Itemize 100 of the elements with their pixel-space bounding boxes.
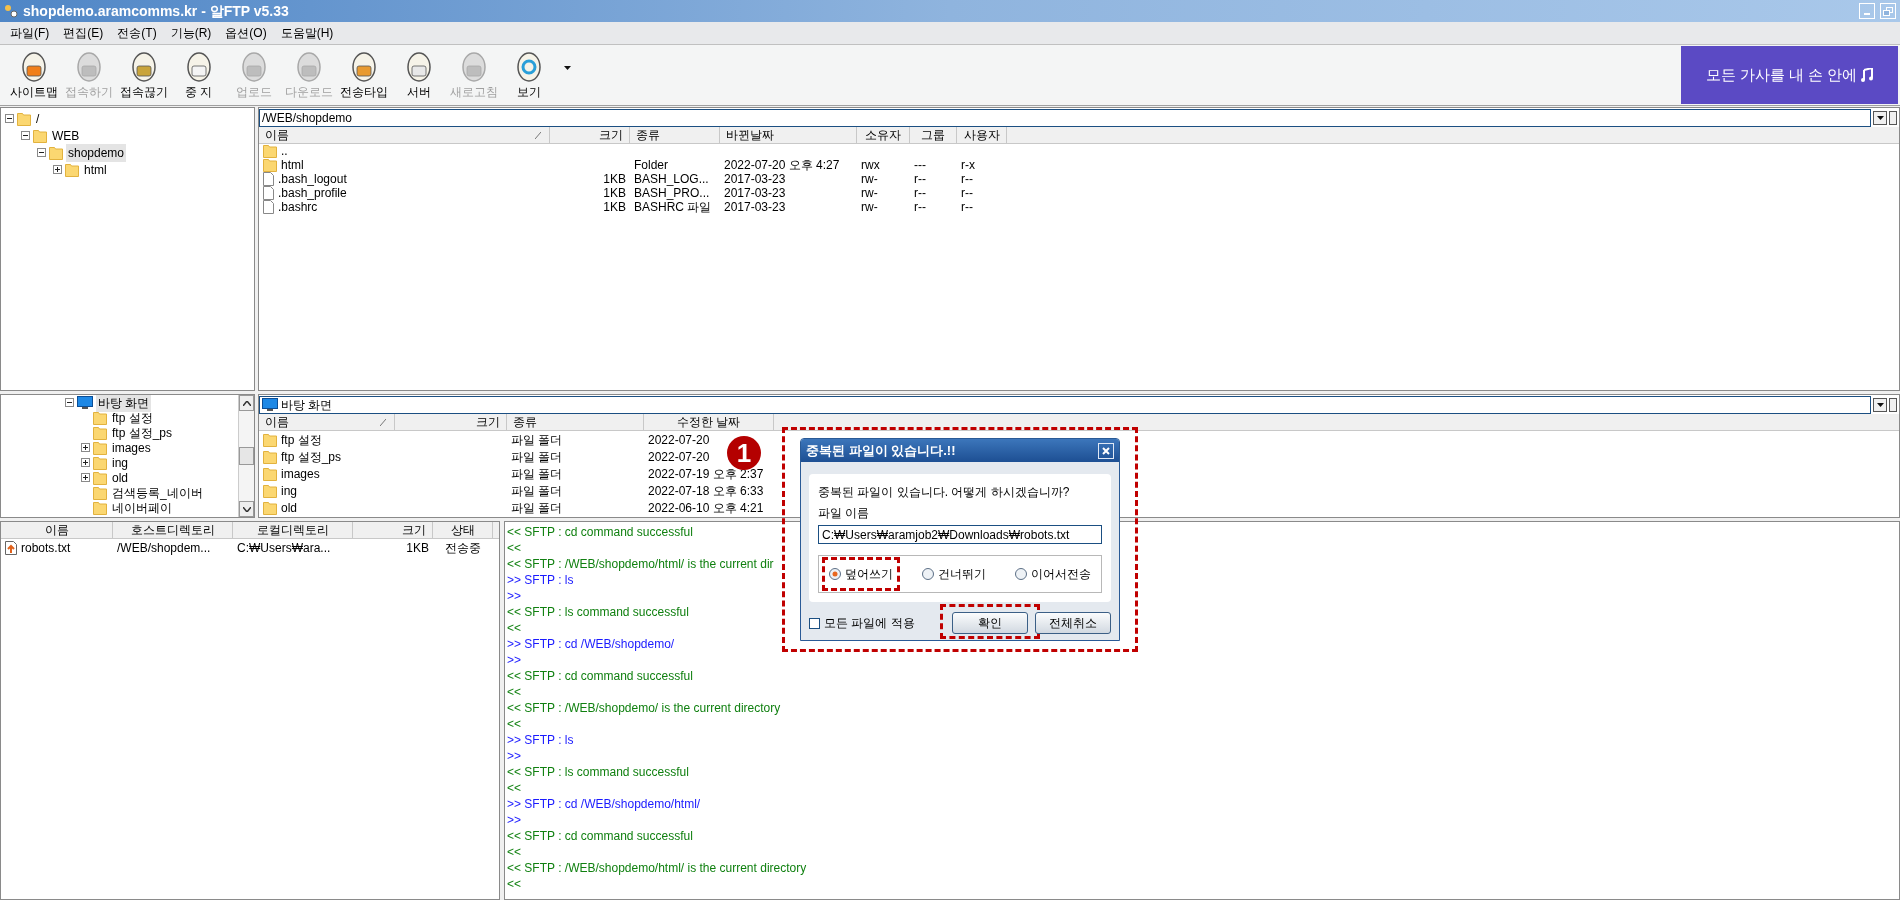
app-icon bbox=[4, 4, 18, 18]
toolbar-button[interactable]: 보기 bbox=[501, 49, 556, 101]
side-button[interactable] bbox=[1889, 397, 1897, 412]
column-header[interactable]: 사용자 bbox=[957, 127, 1007, 143]
toolbar-button[interactable]: 사이트맵 bbox=[6, 49, 61, 101]
column-header[interactable]: 로컬디렉토리 bbox=[233, 522, 353, 538]
tree-item[interactable]: ing bbox=[110, 453, 130, 472]
table-cell-text: 2022-07-20 bbox=[648, 448, 710, 466]
dropdown-button[interactable] bbox=[1873, 397, 1887, 412]
column-header[interactable]: 종류 bbox=[507, 414, 644, 430]
toolbar-button[interactable]: 접속끊기 bbox=[116, 49, 171, 101]
collapse-icon[interactable] bbox=[5, 114, 14, 123]
table-cell-text: r-- bbox=[914, 171, 926, 188]
radio-button[interactable] bbox=[829, 568, 841, 580]
file-name[interactable]: ftp 설정_ps bbox=[281, 447, 342, 466]
radio-option[interactable]: 건너뛰기 bbox=[922, 565, 986, 583]
file-name[interactable]: robots.txt bbox=[21, 538, 71, 557]
table-cell-text: 2017-03-23 bbox=[724, 199, 786, 216]
menu-item[interactable]: 기능(R) bbox=[170, 24, 212, 42]
close-button[interactable] bbox=[1098, 442, 1114, 459]
column-header[interactable]: 크기 bbox=[550, 127, 630, 143]
file-name[interactable]: old bbox=[281, 498, 297, 517]
dialog-button[interactable]: 확인 bbox=[952, 612, 1028, 634]
window-title: shopdemo.aramcomms.kr - 알FTP v5.33 bbox=[23, 1, 289, 21]
scroll-up-button[interactable] bbox=[239, 395, 254, 411]
radio-button[interactable] bbox=[922, 568, 934, 580]
column-header[interactable]: 소유자 bbox=[857, 127, 910, 143]
tree-item[interactable]: 바탕 화면 bbox=[96, 395, 152, 412]
dialog-button[interactable]: 전체취소 bbox=[1035, 612, 1111, 634]
column-header[interactable]: 이름 bbox=[1, 522, 113, 538]
log-line: >> bbox=[507, 588, 521, 604]
folder-icon bbox=[93, 485, 107, 500]
toolbar-button[interactable]: 전송타입 bbox=[336, 49, 391, 101]
table-cell-text: 2022-07-20 오후 4:27 bbox=[724, 157, 840, 174]
table-cell-text: r-- bbox=[961, 199, 973, 216]
scroll-thumb[interactable] bbox=[239, 447, 254, 465]
folder-icon bbox=[93, 500, 107, 515]
expand-icon[interactable] bbox=[81, 473, 90, 482]
column-header[interactable]: 바뀐날짜 bbox=[720, 127, 857, 143]
table-cell-text: BASH_PRO... bbox=[634, 186, 710, 202]
menu-item[interactable]: 옵션(O) bbox=[225, 24, 267, 42]
checkbox[interactable] bbox=[809, 617, 820, 629]
file-name[interactable]: ing bbox=[281, 481, 297, 500]
scrollbar[interactable] bbox=[238, 395, 254, 517]
ad-banner[interactable]: 모든 가사를 내 손 안에 bbox=[1681, 46, 1898, 104]
tree-item[interactable]: shopdemo bbox=[66, 143, 127, 162]
table-cell-text: 2022-07-20 bbox=[648, 431, 710, 449]
table-cell-text: BASHRC 파일 bbox=[634, 200, 712, 216]
collapse-icon[interactable] bbox=[65, 398, 74, 407]
tree-item[interactable]: html bbox=[82, 160, 109, 179]
menu-item[interactable]: 파일(F) bbox=[10, 24, 50, 42]
radio-option[interactable]: 덮어쓰기 bbox=[829, 565, 893, 583]
sort-icon bbox=[535, 131, 541, 139]
menu-item[interactable]: 편집(E) bbox=[63, 24, 104, 42]
collapse-icon[interactable] bbox=[37, 148, 46, 157]
menu-item[interactable]: 전송(T) bbox=[117, 24, 157, 42]
table-cell-text: 2022-07-18 오후 6:33 bbox=[648, 482, 764, 500]
filename-field[interactable]: C:₩Users₩aramjob2₩Downloads₩robots.txt bbox=[818, 525, 1102, 544]
expand-icon[interactable] bbox=[53, 165, 62, 174]
log-line: >> bbox=[507, 748, 521, 764]
column-header[interactable]: 그룹 bbox=[910, 127, 957, 143]
path-field[interactable]: 바탕 화면 bbox=[259, 395, 1871, 414]
log-line: << SFTP : ls command successful bbox=[507, 764, 689, 780]
collapse-icon[interactable] bbox=[21, 131, 30, 140]
table-cell-text: 파일 폴더 bbox=[511, 431, 563, 449]
file-icon bbox=[263, 186, 274, 200]
table-cell-text: r-- bbox=[961, 171, 973, 188]
dialog-title: 중복된 파일이 있습니다.!! bbox=[806, 441, 957, 460]
column-header[interactable]: 호스트디렉토리 bbox=[113, 522, 233, 538]
scroll-down-button[interactable] bbox=[239, 501, 254, 517]
column-header[interactable]: 크기 bbox=[395, 414, 507, 430]
music-note-icon bbox=[1861, 68, 1874, 82]
radio-button[interactable] bbox=[1015, 568, 1027, 580]
menu-item[interactable]: 도움말(H) bbox=[280, 24, 334, 42]
file-name[interactable]: images bbox=[281, 464, 320, 483]
expand-icon[interactable] bbox=[81, 458, 90, 467]
caret-icon bbox=[1876, 402, 1884, 407]
column-header[interactable]: 종류 bbox=[630, 127, 720, 143]
log-line: >> SFTP : cd /WEB/shopdemo/html/ bbox=[507, 796, 701, 812]
expand-icon[interactable] bbox=[81, 443, 90, 452]
table-cell-text: 1KB bbox=[603, 185, 626, 202]
table-cell-text: 2017-03-23 bbox=[724, 171, 786, 188]
column-header[interactable]: 이름 bbox=[259, 414, 395, 430]
path-field[interactable]: /WEB/shopdemo bbox=[259, 108, 1871, 127]
column-header[interactable]: 상태 bbox=[433, 522, 493, 538]
file-icon bbox=[263, 200, 274, 214]
toolbar-button[interactable]: 서버 bbox=[391, 49, 446, 101]
dropdown-button[interactable] bbox=[1873, 110, 1887, 125]
tree-item[interactable]: / bbox=[34, 109, 42, 128]
tree-item[interactable]: WEB bbox=[50, 126, 82, 145]
file-name[interactable]: ftp 설정 bbox=[281, 430, 322, 449]
column-header[interactable]: 이름 bbox=[259, 127, 550, 143]
column-header[interactable]: 수정한 날짜 bbox=[644, 414, 774, 430]
side-button[interactable] bbox=[1889, 110, 1897, 125]
radio-option[interactable]: 이어서전송 bbox=[1015, 565, 1091, 583]
column-header[interactable]: 크기 bbox=[353, 522, 433, 538]
tree-item[interactable]: 검색등록_네이버 bbox=[110, 483, 205, 502]
toolbar-button[interactable]: 중 지 bbox=[171, 49, 226, 101]
folder-icon bbox=[93, 440, 107, 455]
apply-all-checkbox[interactable]: 모든 파일에 적용 bbox=[809, 614, 915, 632]
